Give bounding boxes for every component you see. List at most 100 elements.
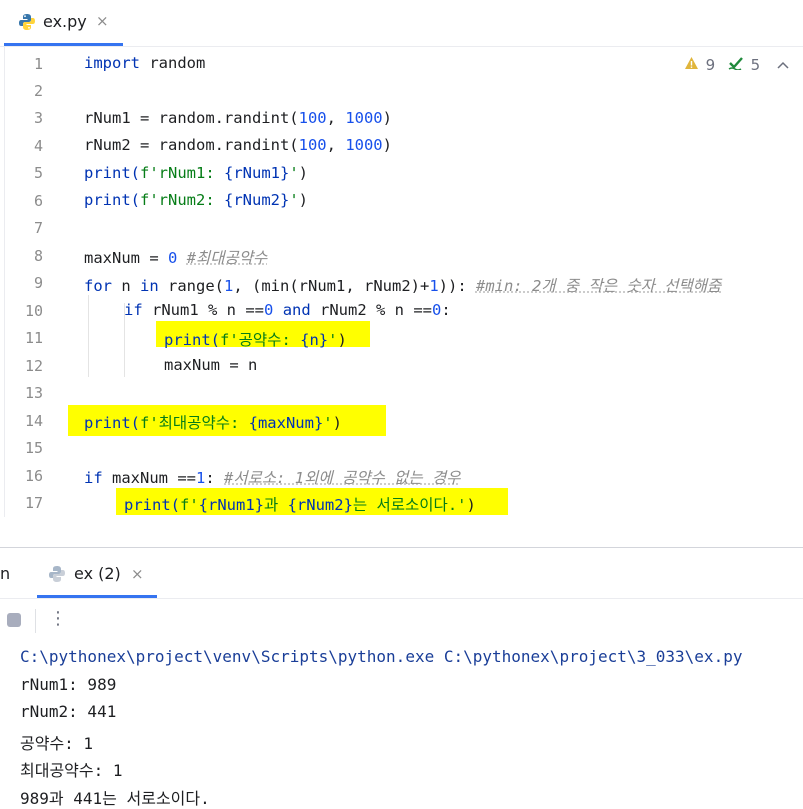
code-editor[interactable]: 9 5 1 2 3 4 5 6 7 8 9 10 11 12 13 14 15 …: [0, 47, 803, 517]
code-token: range(: [158, 277, 224, 295]
code-line-6: print(f'rNum2: {rNum2}'): [84, 191, 308, 209]
code-token: print(: [164, 331, 220, 349]
code-token: ): [466, 496, 476, 514]
code-token: print(: [84, 191, 140, 209]
code-token: 는 서로소이다.': [352, 496, 467, 514]
more-options-icon[interactable]: ⋮: [49, 608, 67, 629]
code-token: 1000: [345, 109, 383, 127]
typo-check-icon: [728, 56, 744, 74]
console-line: 최대공약수: 1: [20, 761, 123, 780]
code-token: {rNum2}: [224, 191, 290, 209]
code-token: if: [124, 301, 143, 319]
editor-tab-label: ex.py: [43, 12, 87, 31]
code-line-14: print(f'최대공약수: {maxNum}'): [84, 411, 342, 433]
chevron-up-icon[interactable]: [777, 56, 789, 74]
stop-icon[interactable]: [7, 613, 21, 627]
code-line-16: if maxNum ==1: #서로소: 1외에 공약수 없는 경우: [84, 466, 460, 488]
run-tool-window-header: n ex (2) ×: [0, 548, 803, 599]
close-icon[interactable]: ×: [131, 565, 144, 583]
code-line-10: if rNum1 % n ==0 and rNum2 % n ==0:: [124, 301, 451, 319]
ok-count: 5: [750, 55, 761, 74]
console-line: 공약수: 1: [20, 734, 94, 753]
inspection-widget[interactable]: 9 5: [684, 55, 789, 74]
code-token: in: [140, 277, 159, 295]
code-token: 1: [196, 469, 206, 487]
code-token: ): [382, 136, 392, 154]
code-token: {rNum1}: [198, 496, 264, 514]
code-token: random: [140, 54, 206, 72]
close-icon[interactable]: ×: [96, 12, 109, 30]
line-number: 1: [33, 55, 43, 73]
code-line-3: rNum1 = random.randint(100, 1000): [84, 109, 392, 127]
code-line-8: maxNum = 0 #최대공약수: [84, 246, 267, 268]
code-token: rNum2 % n ==: [310, 301, 433, 319]
code-token: 과: [264, 496, 288, 514]
code-token: ': [289, 164, 299, 182]
indent-guide: [88, 295, 89, 377]
console-line: rNum1: 989: [20, 675, 117, 694]
console-line: C:\pythonex\project\venv\Scripts\python.…: [20, 647, 743, 666]
code-token: print(: [84, 164, 140, 182]
line-number: 15: [24, 439, 43, 457]
active-tab-indicator: [4, 43, 123, 46]
warning-count: 9: [705, 55, 716, 74]
code-line-11: print(f'공약수: {n}'): [164, 328, 347, 350]
code-line-4: rNum2 = random.randint(100, 1000): [84, 136, 392, 154]
code-comment: #min: 2개 중 작은 숫자 선택해줌: [475, 277, 722, 295]
code-token: {maxNum}: [248, 414, 324, 432]
line-number: 4: [33, 137, 43, 155]
code-token: ,: [326, 136, 346, 154]
code-token: ': [323, 414, 333, 432]
warning-icon: [684, 56, 699, 74]
code-comment: #서로소: 1외에 공약수 없는 경우: [224, 469, 461, 487]
line-number: 5: [33, 164, 43, 182]
editor-tab-ex-py[interactable]: ex.py ×: [0, 0, 123, 46]
code-token: f'공약수:: [220, 331, 301, 349]
code-token: f'rNum1:: [140, 164, 224, 182]
code-token: print(: [84, 414, 140, 432]
code-token: {rNum2}: [287, 496, 353, 514]
code-token: :: [441, 301, 451, 319]
active-tab-indicator: [37, 595, 157, 598]
line-number: 13: [24, 384, 43, 402]
code-token: maxNum =: [84, 249, 168, 267]
code-token: rNum1 % n ==: [142, 301, 264, 319]
code-token: and: [282, 301, 311, 319]
python-file-icon: [19, 14, 35, 30]
code-token: :: [205, 469, 225, 487]
code-line-17: print(f'{rNum1}과 {rNum2}는 서로소이다.'): [124, 493, 476, 515]
code-token: for: [84, 277, 112, 295]
code-token: f': [180, 496, 199, 514]
code-token: ): [332, 414, 342, 432]
python-file-icon: [49, 566, 65, 582]
code-token: ): [298, 164, 309, 182]
console-output[interactable]: C:\pythonex\project\venv\Scripts\python.…: [0, 643, 803, 809]
line-number: 10: [24, 302, 43, 320]
code-token: , (min(rNum1, rNum2)+: [233, 277, 430, 295]
code-comment: #최대공약수: [186, 249, 268, 267]
code-token: n: [112, 277, 140, 295]
code-token: import: [84, 54, 140, 72]
editor-tab-bar: ex.py ×: [0, 0, 803, 47]
code-token: 1: [429, 277, 439, 295]
code-token: 100: [298, 109, 327, 127]
code-token: print(: [124, 496, 180, 514]
line-number: 8: [33, 247, 43, 265]
code-token: maxNum = n: [164, 356, 258, 374]
code-token: 1: [224, 277, 234, 295]
code-token: f'최대공약수:: [140, 414, 249, 432]
code-line-1: import random: [84, 54, 205, 72]
code-token: ): [382, 109, 392, 127]
toolbar-separator: [35, 609, 36, 633]
code-token: 0: [264, 301, 274, 319]
gutter-border: [4, 47, 5, 517]
line-number: 9: [33, 274, 43, 292]
code-token: 1000: [345, 136, 383, 154]
line-number: 12: [24, 357, 43, 375]
console-line: rNum2: 441: [20, 702, 117, 721]
code-token: ': [289, 191, 299, 209]
line-number: 11: [24, 329, 43, 347]
run-window-title: n: [0, 564, 11, 583]
